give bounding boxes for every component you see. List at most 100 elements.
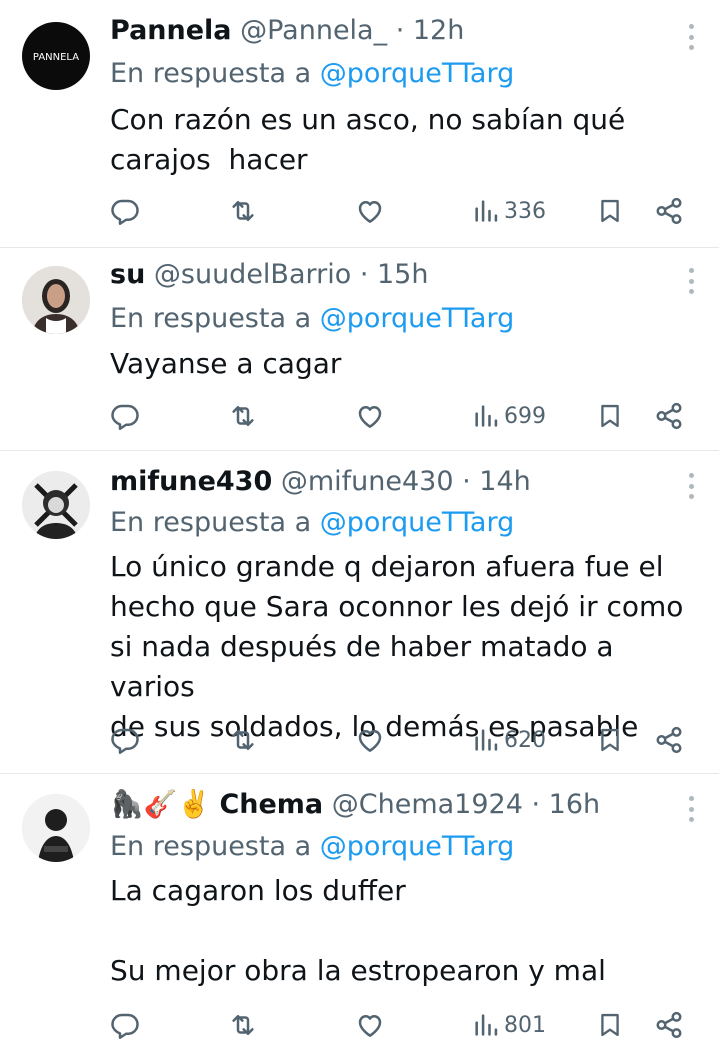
reply-icon — [110, 401, 140, 431]
tweet-actions: 620 — [0, 723, 719, 757]
views-button[interactable]: 620 — [472, 723, 546, 757]
tweet-header: mifune430 @mifune430 · 14h — [110, 465, 669, 499]
share-button[interactable] — [654, 194, 684, 228]
reply-icon — [110, 725, 140, 755]
reply-button[interactable] — [110, 399, 140, 433]
user-handle[interactable]: @mifune430 — [281, 466, 454, 497]
reply-button[interactable] — [110, 723, 140, 757]
like-button[interactable] — [355, 1008, 385, 1042]
reply-prefix: En respuesta a — [110, 507, 312, 538]
tweet-header: Pannela @Pannela_ · 12h — [110, 14, 669, 48]
reply-prefix: En respuesta a — [110, 303, 312, 334]
user-handle[interactable]: @Pannela_ — [240, 15, 387, 46]
reply-icon — [110, 1010, 140, 1040]
retweet-button[interactable] — [228, 723, 258, 757]
views-button[interactable]: 336 — [472, 194, 546, 228]
timestamp[interactable]: · 12h — [396, 15, 465, 46]
heart-icon — [355, 1010, 385, 1040]
user-photo-avatar[interactable] — [22, 266, 90, 334]
share-button[interactable] — [654, 1008, 684, 1042]
views-count: 699 — [504, 403, 546, 429]
reply-to-handle[interactable]: @porqueTTarg — [320, 507, 515, 538]
tweet[interactable]: mifune430 @mifune430 · 14h En respuesta … — [0, 451, 719, 774]
heart-icon — [355, 401, 385, 431]
share-icon — [654, 401, 684, 431]
name-emoji: 🦍🎸✌️ — [110, 789, 211, 820]
more-options-icon[interactable] — [687, 796, 695, 822]
reply-context: En respuesta a @porqueTTarg — [110, 830, 514, 864]
avatar-logo-text: PANNELA — [33, 52, 79, 63]
more-options-icon[interactable] — [687, 473, 695, 499]
display-name[interactable]: Chema — [219, 789, 323, 820]
reply-button[interactable] — [110, 194, 140, 228]
timestamp[interactable]: · 16h — [531, 789, 600, 820]
share-icon — [654, 196, 684, 226]
retweet-icon — [228, 1010, 258, 1040]
tweet-actions: 699 — [0, 399, 719, 433]
like-button[interactable] — [355, 194, 385, 228]
timestamp[interactable]: · 15h — [360, 259, 429, 290]
reply-button[interactable] — [110, 1008, 140, 1042]
user-photo-avatar[interactable] — [22, 794, 90, 862]
views-count: 801 — [504, 1012, 546, 1038]
user-handle[interactable]: @suudelBarrio — [154, 259, 351, 290]
reply-context: En respuesta a @porqueTTarg — [110, 57, 514, 91]
display-name[interactable]: su — [110, 259, 145, 290]
bookmark-icon — [596, 196, 624, 226]
user-handle[interactable]: @Chema1924 — [332, 789, 523, 820]
tweet-header: su @suudelBarrio · 15h — [110, 258, 669, 292]
like-button[interactable] — [355, 399, 385, 433]
share-icon — [654, 1010, 684, 1040]
like-button[interactable] — [355, 723, 385, 757]
heart-icon — [355, 196, 385, 226]
bookmark-icon — [596, 1010, 624, 1040]
tweet-text: Vayanse a cagar — [110, 347, 342, 380]
share-button[interactable] — [654, 399, 684, 433]
share-icon — [654, 725, 684, 755]
more-options-icon[interactable] — [687, 24, 695, 50]
bookmark-button[interactable] — [596, 399, 624, 433]
tweet-actions: 336 — [0, 194, 719, 228]
tweet[interactable]: PANNELA Pannela @Pannela_ · 12h En respu… — [0, 0, 719, 248]
tweet-header: 🦍🎸✌️ Chema @Chema1924 · 16h — [110, 788, 669, 822]
retweet-button[interactable] — [228, 194, 258, 228]
more-options-icon[interactable] — [687, 268, 695, 294]
reply-to-handle[interactable]: @porqueTTarg — [320, 831, 515, 862]
bookmark-button[interactable] — [596, 194, 624, 228]
share-button[interactable] — [654, 723, 684, 757]
timestamp[interactable]: · 14h — [462, 466, 531, 497]
bookmark-icon — [596, 725, 624, 755]
reply-prefix: En respuesta a — [110, 831, 312, 862]
reply-to-handle[interactable]: @porqueTTarg — [320, 58, 515, 89]
tweet[interactable]: su @suudelBarrio · 15h En respuesta a @p… — [0, 248, 719, 451]
retweet-button[interactable] — [228, 399, 258, 433]
pannela-logo-avatar[interactable]: PANNELA — [22, 22, 90, 90]
bookmark-button[interactable] — [596, 1008, 624, 1042]
views-chart-icon — [472, 726, 500, 754]
display-name[interactable]: mifune430 — [110, 466, 272, 497]
views-chart-icon — [472, 402, 500, 430]
retweet-icon — [228, 196, 258, 226]
heart-icon — [355, 725, 385, 755]
tweet-text: Lo único grande q dejaron afuera fue el … — [110, 550, 684, 743]
views-button[interactable]: 801 — [472, 1008, 546, 1042]
reply-icon — [110, 196, 140, 226]
views-count: 336 — [504, 198, 546, 224]
display-name[interactable]: Pannela — [110, 15, 232, 46]
reply-context: En respuesta a @porqueTTarg — [110, 506, 514, 540]
tweet-text: Con razón es un asco, no sabían qué cara… — [110, 103, 626, 176]
reply-context: En respuesta a @porqueTTarg — [110, 302, 514, 336]
user-photo-avatar[interactable] — [22, 471, 90, 539]
retweet-button[interactable] — [228, 1008, 258, 1042]
reply-prefix: En respuesta a — [110, 58, 312, 89]
bookmark-icon — [596, 401, 624, 431]
views-chart-icon — [472, 197, 500, 225]
retweet-icon — [228, 401, 258, 431]
views-count: 620 — [504, 727, 546, 753]
views-button[interactable]: 699 — [472, 399, 546, 433]
reply-to-handle[interactable]: @porqueTTarg — [320, 303, 515, 334]
bookmark-button[interactable] — [596, 723, 624, 757]
retweet-icon — [228, 725, 258, 755]
tweet[interactable]: 🦍🎸✌️ Chema @Chema1924 · 16h En respuesta… — [0, 774, 719, 1059]
tweet-actions: 801 — [0, 1008, 719, 1042]
